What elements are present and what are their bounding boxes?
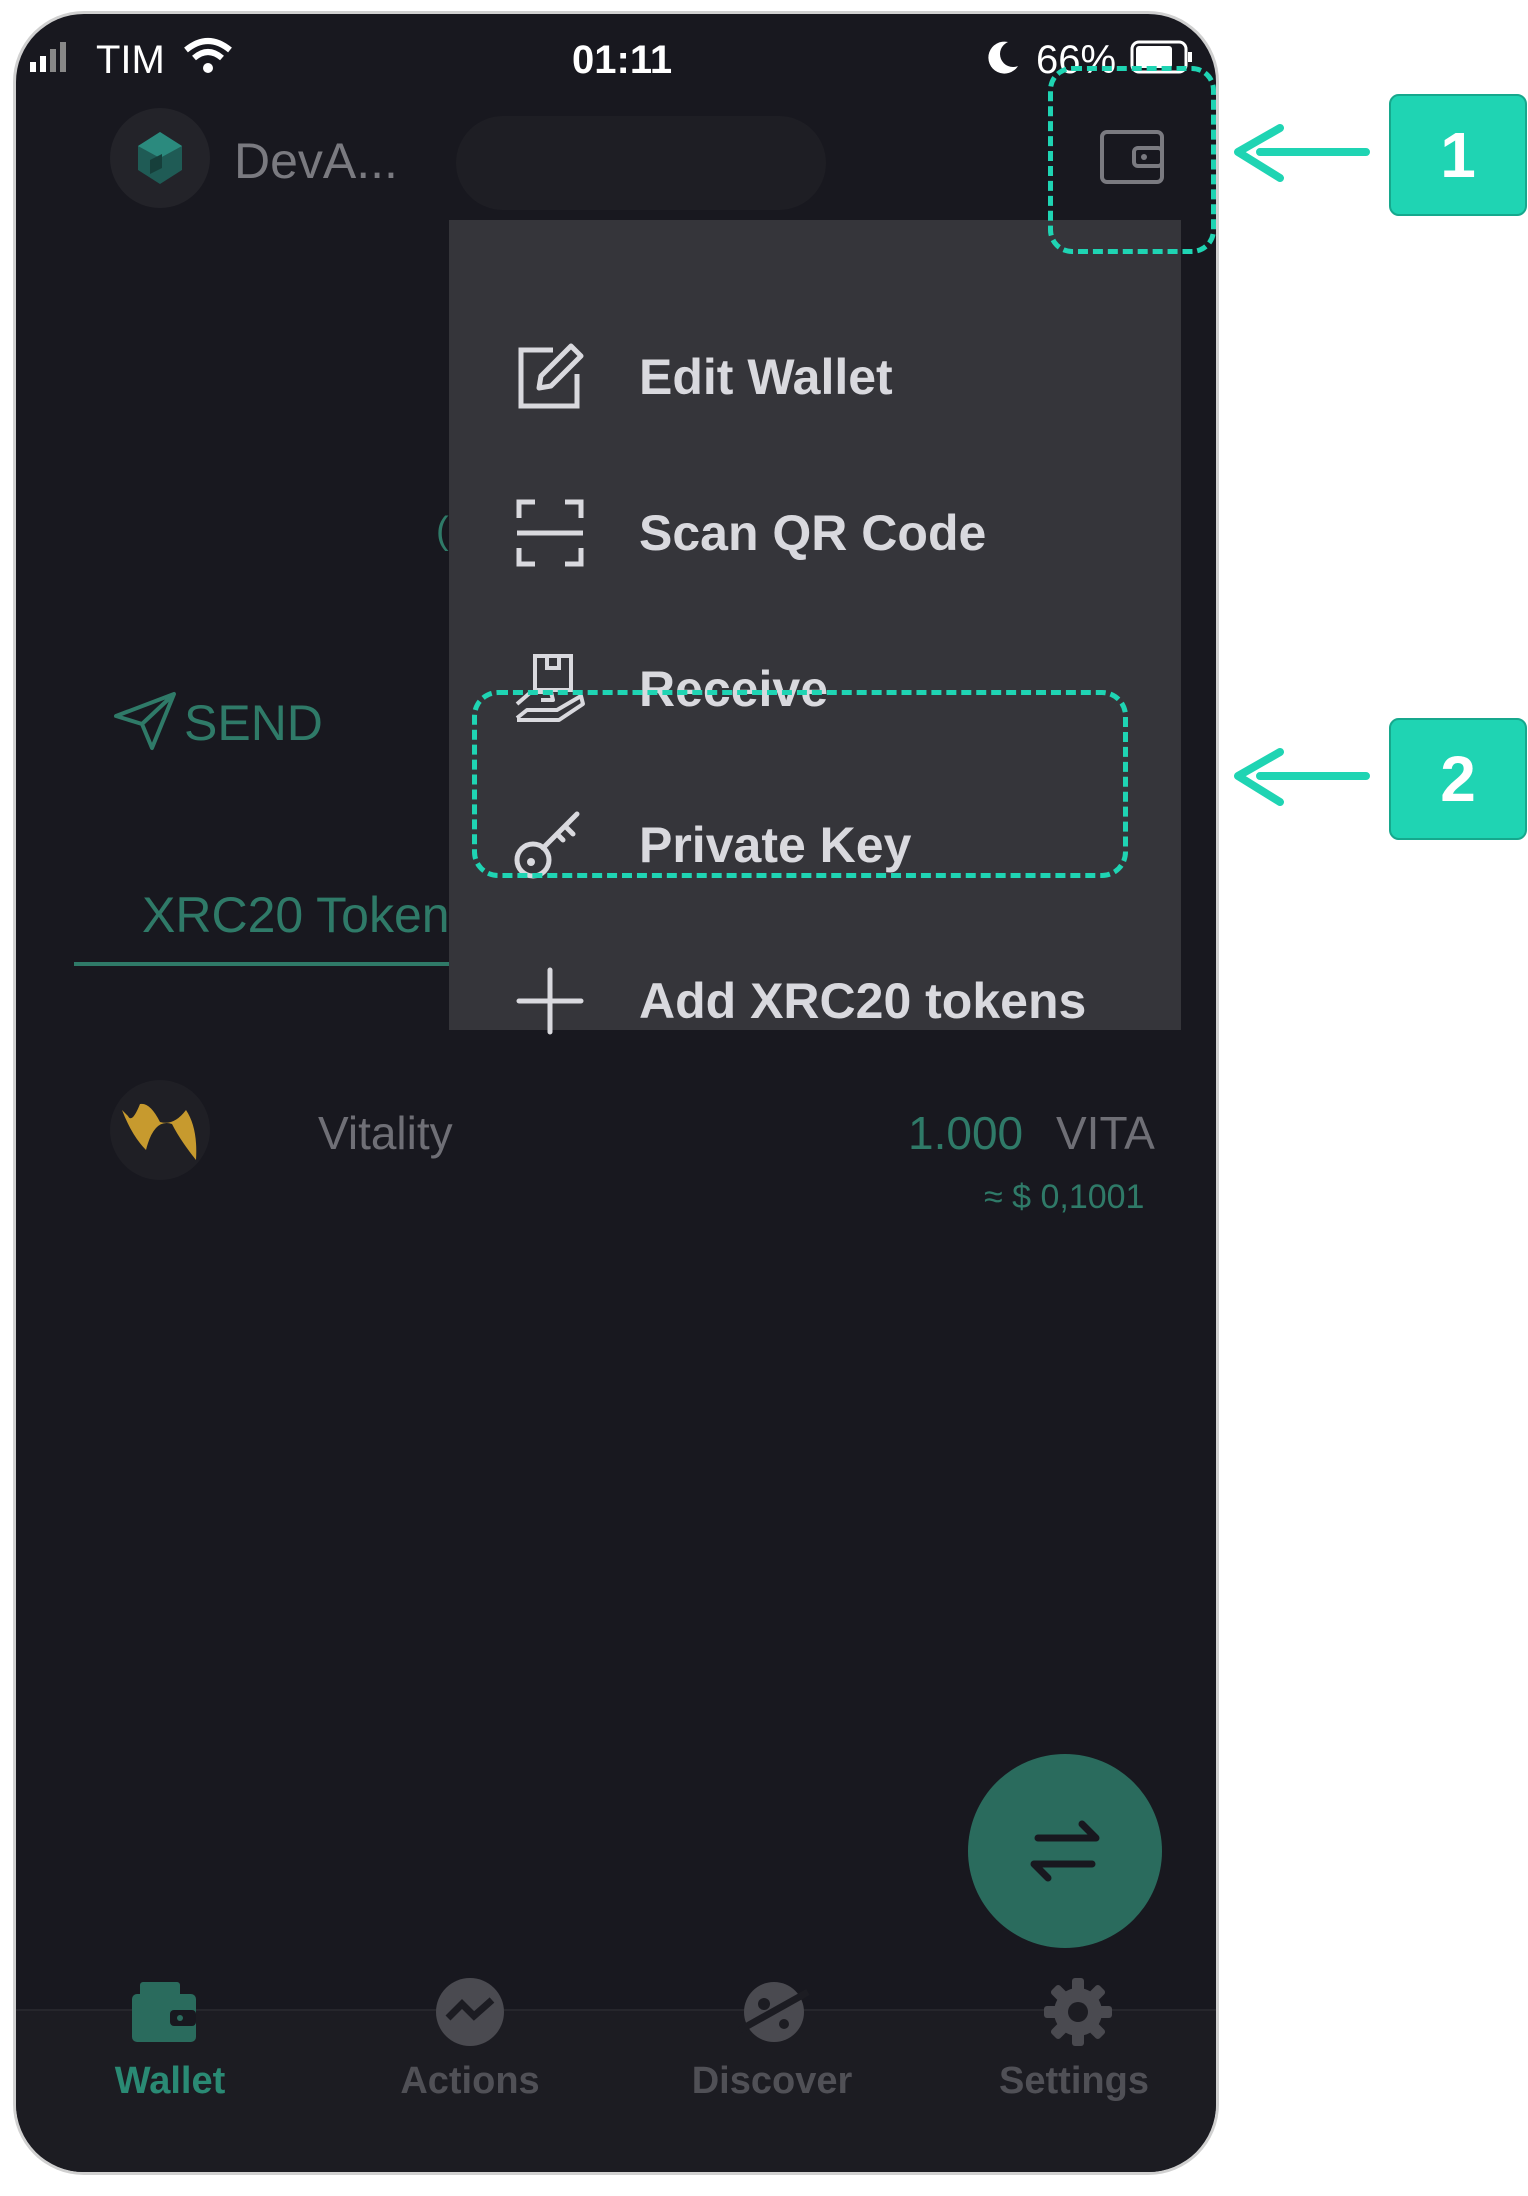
- token-name: Vitality: [318, 1107, 453, 1159]
- token-fiat-value: ≈ $ 0,1001: [984, 1178, 1145, 1216]
- token-row[interactable]: Vitality 1.000 VITA ≈ $ 0,1001: [16, 1054, 1216, 1224]
- moon-icon: [986, 40, 1020, 81]
- wallet-name[interactable]: DevA...: [234, 132, 398, 190]
- wallet-dropdown-menu: Edit Wallet Scan QR Code Receive Private…: [449, 220, 1181, 1035]
- carrier-label: TIM: [96, 38, 165, 82]
- vitality-logo-icon: [110, 1080, 210, 1180]
- menu-item-add-xrc20[interactable]: Add XRC20 tokens: [449, 922, 1181, 1072]
- gear-icon[interactable]: [1038, 1972, 1118, 2052]
- send-icon[interactable]: [112, 690, 178, 757]
- arrow-1: [1230, 120, 1370, 195]
- wallet-icon[interactable]: [124, 1972, 204, 2052]
- arrow-2: [1230, 744, 1370, 819]
- callout-1: 1: [1389, 94, 1527, 216]
- highlight-private-key: [472, 690, 1128, 878]
- tab-xrc20-tokens[interactable]: XRC20 Token: [142, 886, 450, 944]
- balance-fragment: (: [436, 510, 449, 552]
- discover-icon[interactable]: [734, 1972, 814, 2052]
- phone-screen: TIM 01:11 66% DevA... ( SEND XRC20 Token…: [16, 14, 1216, 2172]
- wifi-icon: [182, 36, 234, 81]
- callout-2: 2: [1389, 718, 1527, 840]
- menu-item-label: Edit Wallet: [639, 349, 893, 405]
- actions-icon[interactable]: [430, 1972, 510, 2052]
- nav-wallet[interactable]: Wallet: [20, 2060, 320, 2103]
- menu-item-edit-wallet[interactable]: Edit Wallet: [449, 298, 1181, 448]
- plus-icon: [513, 964, 587, 1038]
- tab-underline: [74, 962, 454, 966]
- swap-fab[interactable]: [968, 1754, 1162, 1948]
- nav-actions[interactable]: Actions: [320, 2060, 620, 2103]
- send-button[interactable]: SEND: [184, 694, 323, 752]
- nav-settings[interactable]: Settings: [924, 2060, 1216, 2103]
- menu-item-label: Add XRC20 tokens: [639, 973, 1087, 1029]
- signal-icon: [30, 40, 74, 79]
- wallet-avatar[interactable]: [110, 108, 210, 208]
- scan-qr-icon: [513, 496, 587, 570]
- swap-icon: [1030, 1820, 1100, 1882]
- token-amount: 1.000: [908, 1107, 1024, 1159]
- menu-item-label: Scan QR Code: [639, 505, 987, 561]
- network-selector[interactable]: [456, 116, 826, 210]
- edit-icon: [513, 340, 587, 414]
- highlight-wallet-menu: [1048, 66, 1216, 254]
- menu-item-scan-qr[interactable]: Scan QR Code: [449, 454, 1181, 604]
- clock: 01:11: [572, 38, 673, 82]
- nav-discover[interactable]: Discover: [622, 2060, 922, 2103]
- token-symbol: VITA: [1056, 1107, 1155, 1159]
